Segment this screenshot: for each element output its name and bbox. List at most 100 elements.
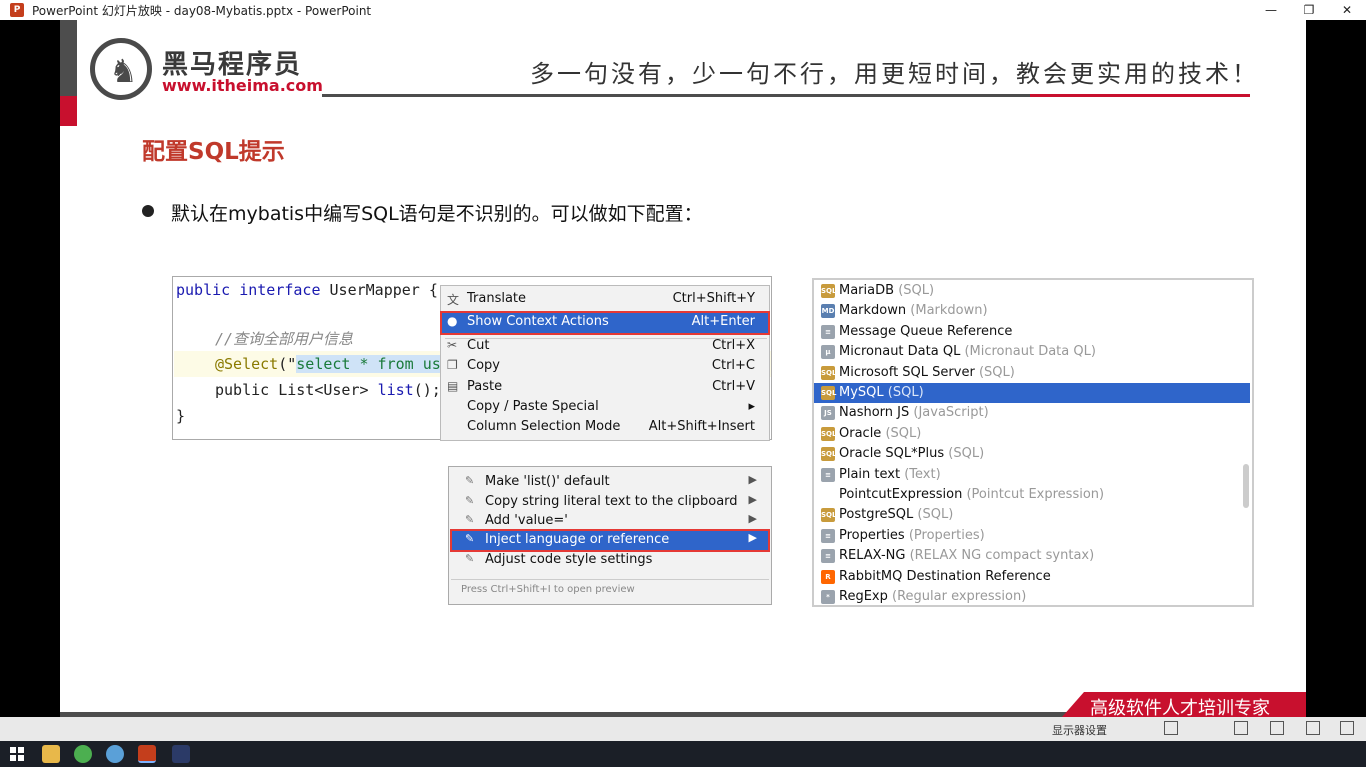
grid-view-icon[interactable] xyxy=(1270,721,1284,735)
paste-icon: ▤ xyxy=(447,379,459,393)
slideshow-view-icon[interactable] xyxy=(1340,721,1354,735)
sql-file-icon: SQL xyxy=(821,447,836,462)
scissors-icon: ✂ xyxy=(447,338,458,352)
menu-item-show-context-actions[interactable]: ● Show Context Actions Alt+Enter xyxy=(440,311,770,335)
language-option-pointcutexpression[interactable]: PointcutExpression (Pointcut Expression) xyxy=(814,485,1250,505)
chevron-right-icon: ▸ xyxy=(748,399,755,414)
intention-item[interactable]: ✎ Make 'list()' default ▶ xyxy=(451,472,769,492)
chevron-right-icon: ▶ xyxy=(748,473,757,486)
pencil-icon: ✎ xyxy=(465,474,475,487)
intention-actions-menu: ✎ Make 'list()' default ▶ ✎ Copy string … xyxy=(448,466,772,605)
generic-file-icon: μ xyxy=(821,345,835,360)
intention-item[interactable]: ✎ Add 'value=' ▶ xyxy=(451,511,769,531)
language-name: RabbitMQ Destination Reference xyxy=(839,568,1051,584)
chevron-right-icon: ▶ xyxy=(748,512,757,525)
language-name: PostgreSQL xyxy=(839,507,914,523)
menu-item-cut[interactable]: ✂ Cut Ctrl+X xyxy=(441,336,769,356)
horse-icon: ♞ xyxy=(109,52,138,90)
preview-hint: Press Ctrl+Shift+I to open preview xyxy=(461,584,635,595)
language-option-mariadb[interactable]: SQL MariaDB (SQL) xyxy=(814,281,1250,301)
language-name: Microsoft SQL Server xyxy=(839,364,975,380)
language-description: (SQL) xyxy=(885,425,922,441)
code-line: @Select("select * from us xyxy=(215,355,441,373)
minimize-button[interactable]: — xyxy=(1252,0,1290,20)
language-name: Oracle xyxy=(839,425,882,441)
monitor-settings-button[interactable]: 显示器设置 xyxy=(1052,722,1107,738)
normal-view-icon[interactable] xyxy=(1234,721,1248,735)
language-option-message-queue-reference[interactable]: ≡ Message Queue Reference xyxy=(814,322,1250,342)
language-description: (RELAX NG compact syntax) xyxy=(909,548,1095,564)
menu-item-copy-paste-special[interactable]: Copy / Paste Special ▸ xyxy=(441,397,769,417)
language-name: Nashorn JS xyxy=(839,405,910,421)
translate-icon: 文 xyxy=(447,293,460,307)
copy-icon: ❐ xyxy=(447,358,458,372)
slide-sorter-icon[interactable] xyxy=(1164,721,1178,735)
language-option-markdown[interactable]: MD Markdown (Markdown) xyxy=(814,301,1250,321)
language-description: (SQL) xyxy=(898,283,935,298)
close-button[interactable]: ✕ xyxy=(1328,0,1366,20)
language-name: Oracle SQL*Plus xyxy=(839,446,945,462)
language-option-rabbitmq-destination-reference[interactable]: R RabbitMQ Destination Reference xyxy=(814,567,1250,587)
intention-item[interactable]: ✎ Copy string literal text to the clipbo… xyxy=(451,492,769,512)
slogan: 多一句没有，少一句不行，用更短时间，教会更实用的技术！ xyxy=(530,60,1259,88)
file-explorer-icon[interactable] xyxy=(42,745,60,763)
code-comment: //查询全部用户信息 xyxy=(215,330,354,348)
language-option-relax-ng[interactable]: ≡ RELAX-NG (RELAX NG compact syntax) xyxy=(814,546,1250,566)
network-app-icon[interactable] xyxy=(106,745,124,763)
language-name: Properties xyxy=(839,527,905,543)
language-description: (Micronaut Data QL) xyxy=(964,344,1096,360)
language-description: (SQL) xyxy=(917,507,954,523)
code-line: public interface UserMapper { xyxy=(176,281,438,299)
chrome-icon[interactable] xyxy=(74,745,92,763)
language-option-mysql[interactable]: SQL MySQL (SQL) xyxy=(814,383,1250,403)
language-option-postgresql[interactable]: SQL PostgreSQL (SQL) xyxy=(814,505,1250,525)
restore-button[interactable]: ❐ xyxy=(1290,0,1328,20)
language-option-regexp[interactable]: * RegExp (Regular expression) xyxy=(814,587,1250,605)
language-option-microsoft-sql-server[interactable]: SQL Microsoft SQL Server (SQL) xyxy=(814,363,1250,383)
language-description: (Text) xyxy=(904,466,941,482)
language-option-micronaut-data-ql[interactable]: μ Micronaut Data QL (Micronaut Data QL) xyxy=(814,342,1250,362)
language-option-nashorn-js[interactable]: JS Nashorn JS (JavaScript) xyxy=(814,403,1250,423)
menu-item-paste[interactable]: ▤ Paste Ctrl+V xyxy=(441,377,769,397)
intention-item[interactable]: ✎ Adjust code style settings xyxy=(451,550,769,570)
pencil-icon: ✎ xyxy=(465,494,475,507)
left-accent-bar-red xyxy=(60,96,77,126)
intention-item-inject-language[interactable]: ✎ Inject language or reference ▶ xyxy=(450,529,770,552)
slideshow-control-bar: 显示器设置 xyxy=(0,717,1366,741)
language-option-oracle-sql-plus[interactable]: SQL Oracle SQL*Plus (SQL) xyxy=(814,444,1250,464)
generic-file-icon: ≡ xyxy=(821,549,835,564)
language-name: PointcutExpression xyxy=(839,487,963,502)
code-line: } xyxy=(176,407,186,425)
generic-file-icon: ≡ xyxy=(821,324,835,339)
reading-view-icon[interactable] xyxy=(1306,721,1320,735)
menu-item-translate[interactable]: 文 Translate Ctrl+Shift+Y xyxy=(441,289,769,309)
sql-string-selection: select * from us xyxy=(296,355,441,373)
menu-item-copy[interactable]: ❐ Copy Ctrl+C xyxy=(441,356,769,376)
language-list: SQL MariaDB (SQL) MD Markdown (Markdown) ≡ Me… xyxy=(812,278,1254,607)
language-name: RegExp xyxy=(839,589,888,604)
language-option-properties[interactable]: ≡ Properties (Properties) xyxy=(814,526,1250,546)
sql-file-icon: SQL xyxy=(821,508,836,523)
menu-item-column-selection-mode[interactable]: Column Selection Mode Alt+Shift+Insert xyxy=(441,417,769,437)
bullet-text: 默认在mybatis中编写SQL语句是不识别的。可以做如下配置： xyxy=(171,203,703,225)
pencil-icon: ✎ xyxy=(465,513,475,526)
rabbit-file-icon: R xyxy=(821,569,835,584)
language-description: (Pointcut Expression) xyxy=(966,487,1105,502)
generic-file-icon: * xyxy=(821,590,835,604)
windows-taskbar xyxy=(0,741,1366,767)
chevron-right-icon: ▶ xyxy=(748,493,757,506)
windows-start-icon[interactable] xyxy=(10,747,24,761)
slide: ♞ 黑马程序员 www.itheima.com 多一句没有，少一句不行，用更短时… xyxy=(60,20,1306,717)
window-title: PowerPoint 幻灯片放映 - day08-Mybatis.pptx - … xyxy=(32,3,372,18)
powerpoint-taskbar-icon[interactable] xyxy=(138,745,156,763)
scrollbar-thumb[interactable] xyxy=(1243,464,1249,508)
lightbulb-icon: ● xyxy=(447,314,458,328)
sql-file-icon: SQL xyxy=(821,426,836,441)
intellij-idea-icon[interactable] xyxy=(172,745,190,763)
md-file-icon: MD xyxy=(821,304,835,319)
left-accent-bar xyxy=(60,20,77,96)
pencil-icon: ✎ xyxy=(465,532,475,545)
code-line: public List<User> list(); xyxy=(215,381,441,399)
language-option-oracle[interactable]: SQL Oracle (SQL) xyxy=(814,424,1250,444)
language-option-plain-text[interactable]: ≡ Plain text (Text) xyxy=(814,465,1250,485)
